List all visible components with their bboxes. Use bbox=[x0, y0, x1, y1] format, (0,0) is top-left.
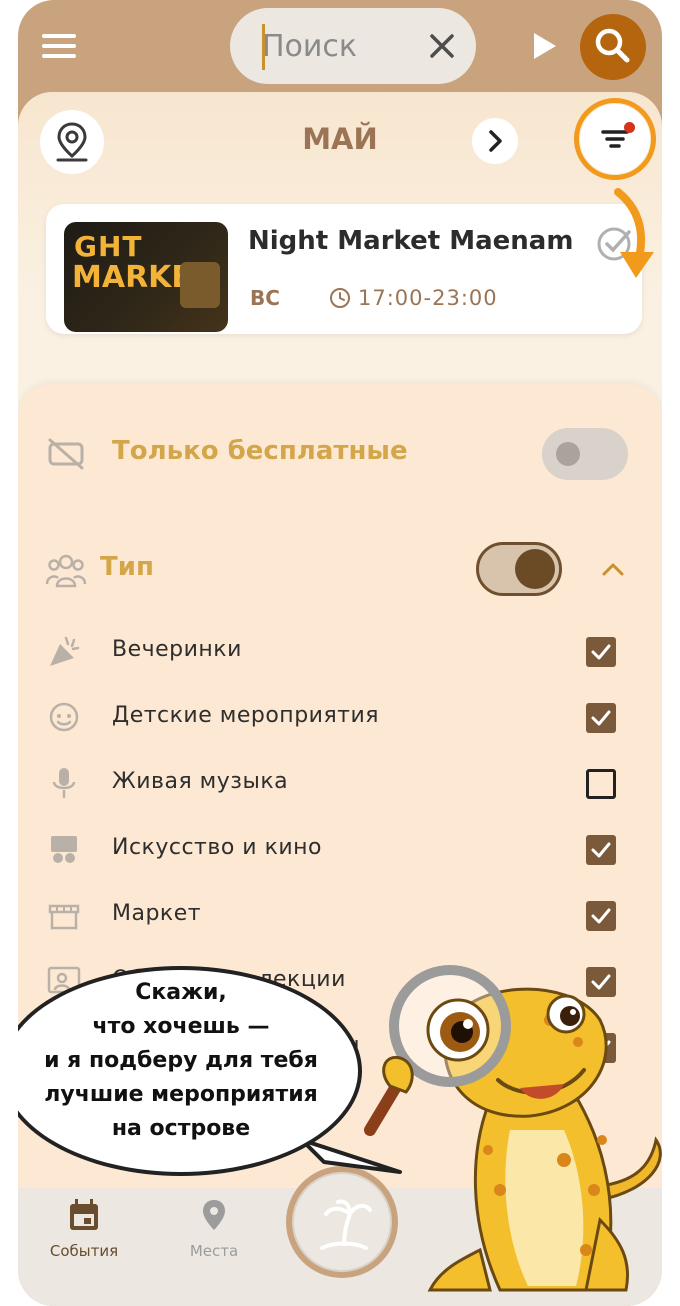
category-checkbox[interactable] bbox=[586, 703, 616, 733]
checkmark-icon bbox=[591, 644, 611, 660]
nav-places[interactable]: Места bbox=[154, 1188, 274, 1278]
free-only-toggle[interactable] bbox=[542, 428, 628, 480]
top-bar bbox=[18, 0, 662, 96]
filter-button[interactable] bbox=[580, 104, 650, 174]
search-input[interactable] bbox=[262, 18, 422, 74]
map-pin-icon bbox=[56, 122, 88, 162]
store-icon bbox=[48, 904, 80, 930]
next-month-button[interactable] bbox=[472, 118, 518, 164]
search-icon bbox=[595, 28, 630, 63]
category-label: Маркет bbox=[112, 901, 202, 926]
close-icon[interactable] bbox=[424, 28, 460, 64]
play-icon[interactable] bbox=[530, 30, 560, 62]
category-label: Искусство и кино bbox=[112, 835, 323, 860]
event-day: ВС bbox=[250, 286, 280, 310]
category-item[interactable]: Искусство и кино bbox=[18, 818, 662, 880]
nav-events[interactable]: События bbox=[24, 1188, 144, 1278]
event-thumbnail: GHT MARKET bbox=[64, 222, 228, 332]
microphone-icon bbox=[52, 768, 76, 798]
checkmark-icon bbox=[591, 908, 611, 924]
chevron-up-icon[interactable] bbox=[600, 558, 626, 580]
free-only-row[interactable]: Только бесплатные bbox=[18, 420, 662, 490]
hamburger-icon bbox=[42, 34, 76, 38]
gecko-mascot-illustration bbox=[364, 965, 662, 1292]
nav-places-label: Места bbox=[189, 1242, 239, 1260]
category-label: Живая музыка bbox=[112, 769, 289, 794]
type-row[interactable]: Тип bbox=[18, 536, 662, 606]
filter-active-dot bbox=[624, 122, 635, 133]
nav-events-label: События bbox=[49, 1242, 119, 1260]
clock-icon bbox=[330, 288, 350, 308]
calendar-icon bbox=[70, 1199, 98, 1230]
event-time: 17:00-23:00 bbox=[358, 286, 498, 310]
category-checkbox[interactable] bbox=[586, 637, 616, 667]
category-label: Вечеринки bbox=[112, 637, 242, 662]
menu-button[interactable] bbox=[42, 34, 76, 60]
category-label: Детские мероприятия bbox=[112, 703, 380, 728]
category-checkbox[interactable] bbox=[586, 901, 616, 931]
map-pin-icon bbox=[203, 1200, 225, 1230]
type-label: Тип bbox=[100, 552, 154, 582]
category-checkbox[interactable] bbox=[586, 835, 616, 865]
category-checkbox[interactable] bbox=[586, 769, 616, 799]
search-bar[interactable] bbox=[230, 8, 476, 84]
checkmark-icon bbox=[591, 710, 611, 726]
party-popper-icon bbox=[50, 636, 80, 666]
search-button[interactable] bbox=[580, 14, 646, 80]
people-icon bbox=[45, 554, 87, 588]
filter-icon bbox=[601, 130, 629, 148]
event-card[interactable]: GHT MARKET Night Market Maenam ВС 17:00-… bbox=[46, 204, 642, 334]
thumbnail-badge bbox=[180, 262, 220, 308]
event-title: Night Market Maenam bbox=[248, 226, 574, 256]
art-icon bbox=[51, 836, 77, 863]
free-only-label: Только бесплатные bbox=[112, 436, 408, 466]
speech-bubble-text: Скажи, что хочешь — и я подберу для тебя… bbox=[44, 980, 318, 1141]
hint-arrow-icon bbox=[614, 188, 654, 278]
checkmark-icon bbox=[591, 842, 611, 858]
category-item[interactable]: Детские мероприятия bbox=[18, 686, 662, 748]
thumbnail-text: GHT bbox=[74, 230, 143, 263]
month-title: МАЙ bbox=[302, 122, 378, 156]
chevron-right-icon bbox=[489, 130, 502, 152]
no-ticket-icon bbox=[48, 438, 84, 470]
location-button[interactable] bbox=[40, 110, 104, 174]
type-toggle[interactable] bbox=[476, 542, 562, 596]
child-face-icon bbox=[49, 702, 79, 732]
category-item[interactable]: Живая музыка bbox=[18, 752, 662, 814]
category-item[interactable]: Маркет bbox=[18, 884, 662, 946]
text-caret bbox=[262, 24, 265, 70]
category-item[interactable]: Вечеринки bbox=[18, 620, 662, 682]
